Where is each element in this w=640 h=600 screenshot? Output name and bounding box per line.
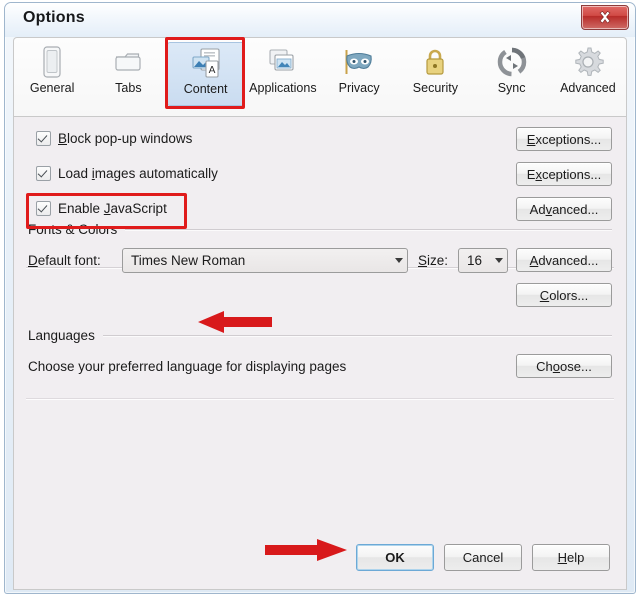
tab-advanced[interactable]: Advanced [550, 42, 626, 106]
button-label: Colors... [539, 287, 589, 303]
chevron-down-icon [491, 258, 507, 263]
tab-label: Advanced [560, 81, 616, 95]
applications-icon [266, 45, 300, 79]
button-label: Exceptions... [526, 131, 602, 147]
tab-label: Tabs [115, 81, 142, 95]
checkbox-block-popups[interactable]: Block pop-up windows [36, 131, 192, 146]
content-icon: A [189, 46, 223, 80]
font-size-value: 16 [467, 253, 483, 268]
tab-strip: General Tabs A Content Applications Priv… [13, 37, 627, 116]
advanced-button-fonts[interactable]: Advanced... [516, 248, 612, 272]
cancel-button[interactable]: Cancel [444, 544, 522, 571]
size-label: Size: [418, 253, 448, 268]
languages-description: Choose your preferred language for displ… [28, 359, 347, 374]
tab-label: General [29, 81, 75, 95]
font-size-select[interactable]: 16 [458, 248, 508, 273]
tab-label: Sync [497, 81, 526, 95]
ok-button[interactable]: OK [356, 544, 434, 571]
group-rule [125, 229, 612, 230]
accel-char: J [103, 201, 111, 216]
label-rest: ize: [427, 253, 449, 268]
group-title: Fonts & Colors [28, 222, 118, 237]
privacy-mask-icon [342, 45, 376, 79]
svg-text:A: A [208, 65, 215, 76]
tab-general[interactable]: General [14, 42, 90, 106]
checkbox-indicator[interactable] [36, 166, 51, 181]
tab-label: Security [412, 81, 458, 95]
button-label: Advanced... [529, 201, 599, 217]
checkbox-label: Load images automatically [58, 166, 218, 181]
label-rest: efault font: [37, 253, 101, 268]
button-label: OK [385, 550, 405, 565]
arrow-right-to-ok [265, 537, 349, 568]
chevron-down-icon [391, 258, 407, 263]
default-font-select[interactable]: Times New Roman [122, 248, 408, 273]
window-title: Options [23, 9, 85, 26]
accel-char: B [58, 131, 68, 146]
tab-label: Applications [249, 81, 317, 95]
options-window: Options General Tabs A Content Applicati… [4, 2, 636, 594]
checkbox-load-images[interactable]: Load images automatically [36, 166, 218, 181]
tab-content[interactable]: A Content [166, 42, 245, 106]
bottom-divider [26, 398, 614, 399]
tab-privacy[interactable]: Privacy [321, 42, 397, 106]
button-label: Help [557, 550, 585, 565]
tab-sync[interactable]: Sync [474, 42, 550, 106]
accel-char: S [418, 253, 428, 268]
button-label: Cancel [462, 550, 504, 565]
fonts-group-header: Fonts & Colors [28, 222, 612, 237]
languages-group-header: Languages [28, 328, 612, 343]
sync-arrows-icon [495, 45, 529, 79]
checkbox-label: Enable JavaScript [58, 201, 167, 216]
dialog-footer: OK Cancel Help [14, 529, 626, 589]
general-icon [35, 45, 69, 79]
checkbox-label: Block pop-up windows [58, 131, 192, 146]
button-label: Choose... [536, 358, 592, 374]
accel-char: D [28, 253, 38, 268]
label-rest: mages automatically [94, 166, 218, 181]
group-title: Languages [28, 328, 95, 343]
choose-language-button[interactable]: Choose... [516, 354, 612, 378]
label-rest: lock pop-up windows [67, 131, 193, 146]
colors-button[interactable]: Colors... [516, 283, 612, 307]
tab-security[interactable]: Security [397, 42, 473, 106]
default-font-label: Default font: [28, 253, 101, 268]
tab-tabs[interactable]: Tabs [90, 42, 166, 106]
close-button[interactable] [581, 5, 629, 30]
tab-label: Content [183, 82, 228, 96]
tab-label: Privacy [338, 81, 380, 95]
tabs-icon [111, 45, 145, 79]
checkbox-indicator[interactable] [36, 201, 51, 216]
label-rest: avaScript [110, 201, 167, 216]
default-font-value: Times New Roman [131, 253, 246, 268]
checkbox-enable-javascript[interactable]: Enable JavaScript [36, 201, 167, 216]
padlock-icon [418, 45, 452, 79]
checkbox-indicator[interactable] [36, 131, 51, 146]
exceptions-button-popups[interactable]: Exceptions... [516, 127, 612, 151]
advanced-button-javascript[interactable]: Advanced... [516, 197, 612, 221]
content-panel: Block pop-up windows Exceptions... Load … [13, 116, 627, 590]
group-rule [102, 335, 612, 336]
help-button[interactable]: Help [532, 544, 610, 571]
gear-icon [571, 45, 605, 79]
button-label: Advanced... [529, 252, 599, 268]
tab-applications[interactable]: Applications [245, 42, 321, 106]
close-icon [582, 6, 628, 29]
button-label: Exceptions... [526, 166, 602, 182]
title-bar: Options [5, 3, 635, 37]
exceptions-button-images[interactable]: Exceptions... [516, 162, 612, 186]
